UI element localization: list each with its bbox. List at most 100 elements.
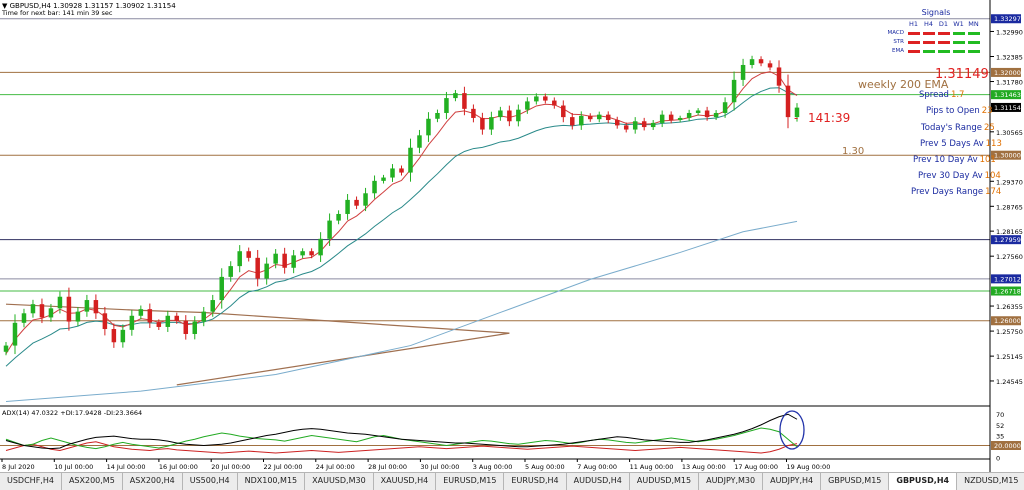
adx-tick-label: 35 xyxy=(996,433,1004,441)
candle-body xyxy=(776,67,782,86)
candle-body xyxy=(12,322,18,346)
symbol-tab[interactable]: XAUUSD,M30 xyxy=(305,473,374,490)
candle-body xyxy=(291,255,296,268)
candle-body xyxy=(588,115,593,120)
symbol-tab[interactable]: NZDUSD,M15 xyxy=(957,473,1024,490)
price-tick-label: 1.32990 xyxy=(996,28,1023,36)
candle-body xyxy=(120,329,126,343)
candle-body xyxy=(453,93,458,99)
symbol-tab[interactable]: ASX200,M5 xyxy=(62,473,123,490)
symbol-tab[interactable]: AUDJPY,M30 xyxy=(699,473,764,490)
time-tick-label: 13 Aug 00:00 xyxy=(682,463,726,471)
candle-body xyxy=(713,112,719,118)
bar-timer-text: Time for next bar: 141 min 39 sec xyxy=(1,9,113,17)
candle-body xyxy=(749,59,755,65)
price-tag-label: 1.31154 xyxy=(994,104,1021,112)
time-tick-label: 28 Jul 00:00 xyxy=(368,463,407,471)
symbol-tab[interactable]: GBPUSD,H4 xyxy=(889,473,958,490)
candle-body xyxy=(489,117,494,130)
candle-body xyxy=(767,63,773,68)
price-tag-label: 1.27012 xyxy=(994,275,1021,283)
price-tick-label: 1.28165 xyxy=(996,228,1023,236)
candle-body xyxy=(417,135,422,148)
candle-body xyxy=(102,313,108,330)
symbol-tab[interactable]: XAUUSD,H4 xyxy=(374,473,437,490)
symbol-tab[interactable]: AUDUSD,M15 xyxy=(630,473,700,490)
info-label: Prev 5 Days Av 113 xyxy=(920,139,1002,149)
symbol-tab[interactable]: USDCHF,H4 xyxy=(0,473,62,490)
candle-body xyxy=(3,345,9,352)
adx-tick-label: 20.0000 xyxy=(994,442,1021,450)
info-value: 174 xyxy=(985,187,1002,197)
candle-body xyxy=(246,251,251,258)
info-value: 23 xyxy=(981,106,993,116)
symbol-tab[interactable]: US500,H4 xyxy=(183,473,238,490)
candle-body xyxy=(731,79,737,103)
candle-body xyxy=(668,114,674,121)
candle-body xyxy=(399,168,404,173)
candle-body xyxy=(758,59,764,64)
candle-body xyxy=(93,300,99,314)
signal-indicator xyxy=(967,49,980,53)
signal-timeframe: D1 xyxy=(938,20,949,28)
signal-timeframe: W1 xyxy=(953,20,964,28)
signal-timeframe: MN xyxy=(968,20,979,28)
symbol-tab[interactable]: AUDJPY,H4 xyxy=(763,473,822,490)
candle-body xyxy=(543,96,548,101)
time-tick-label: 30 Jul 00:00 xyxy=(420,463,459,471)
candle-body xyxy=(632,121,638,130)
symbol-tab[interactable]: GBPUSD,M15 xyxy=(821,473,890,490)
price-tag: 1.32000 xyxy=(991,67,1021,77)
time-tick-label: 8 Jul 2020 xyxy=(2,463,35,471)
candle-body xyxy=(534,96,539,102)
candle-body xyxy=(210,300,215,312)
price-chart: 70 52 3520.0000 0 1.32990 1.32385 1.31780 1.30… xyxy=(0,0,1024,472)
symbol-tab[interactable]: EURUSD,M15 xyxy=(436,473,505,490)
signal-indicator xyxy=(922,49,935,53)
price-tag-label: 1.26718 xyxy=(994,288,1021,296)
candle-body xyxy=(66,296,72,322)
signals-header: H1 H4 D1 W1 MN xyxy=(906,20,986,28)
symbol-tab[interactable]: ASX200,H4 xyxy=(123,473,183,490)
symbol-tab[interactable]: AUDUSD,H4 xyxy=(567,473,630,490)
time-tick-label: 19 Aug 00:00 xyxy=(787,463,831,471)
candle-body xyxy=(462,93,467,109)
candle-body xyxy=(309,251,314,256)
candle-body xyxy=(408,147,413,173)
candle-body xyxy=(201,311,206,322)
price-tick-label: 1.27560 xyxy=(996,253,1023,261)
info-value: 25 xyxy=(984,123,995,133)
signal-row-label: STR xyxy=(893,39,904,45)
candle-body xyxy=(30,304,36,314)
info-label: Prev 30 Day Av 104 xyxy=(918,171,1001,181)
signal-row: STR xyxy=(886,38,986,46)
candle-body xyxy=(183,320,189,334)
candle-body xyxy=(507,110,512,122)
price-tick-label: 1.24545 xyxy=(996,378,1023,386)
price-tag-label: 1.31463 xyxy=(994,91,1021,99)
candle-body xyxy=(480,117,485,130)
candle-body xyxy=(84,300,90,312)
symbol-tab[interactable]: EURUSD,H4 xyxy=(504,473,567,490)
signal-indicator xyxy=(967,40,980,44)
candle-body xyxy=(390,168,395,178)
candle-body xyxy=(641,121,647,128)
candle-body xyxy=(623,125,629,130)
signal-indicator xyxy=(952,31,965,35)
symbol-tab[interactable]: NDX100,M15 xyxy=(238,473,306,490)
candle-body xyxy=(147,309,153,323)
candle-body xyxy=(579,115,584,126)
price-tick-label: 1.26355 xyxy=(996,303,1023,311)
time-tick-label: 3 Aug 00:00 xyxy=(473,463,513,471)
candle-body xyxy=(597,114,602,120)
info-value: 1.7 xyxy=(950,90,965,100)
info-label: Today's Range 25 xyxy=(921,123,995,133)
bar-countdown-label: 141:39 xyxy=(808,111,850,125)
price-tag-label: 1.33297 xyxy=(994,15,1021,23)
signal-timeframe: H1 xyxy=(908,20,919,28)
price-tag: 1.26000 xyxy=(991,316,1021,326)
info-value: 104 xyxy=(984,171,1001,181)
info-label: Pips to Open 23 xyxy=(926,106,993,116)
candle-body xyxy=(129,315,135,330)
candle-body xyxy=(372,180,377,194)
